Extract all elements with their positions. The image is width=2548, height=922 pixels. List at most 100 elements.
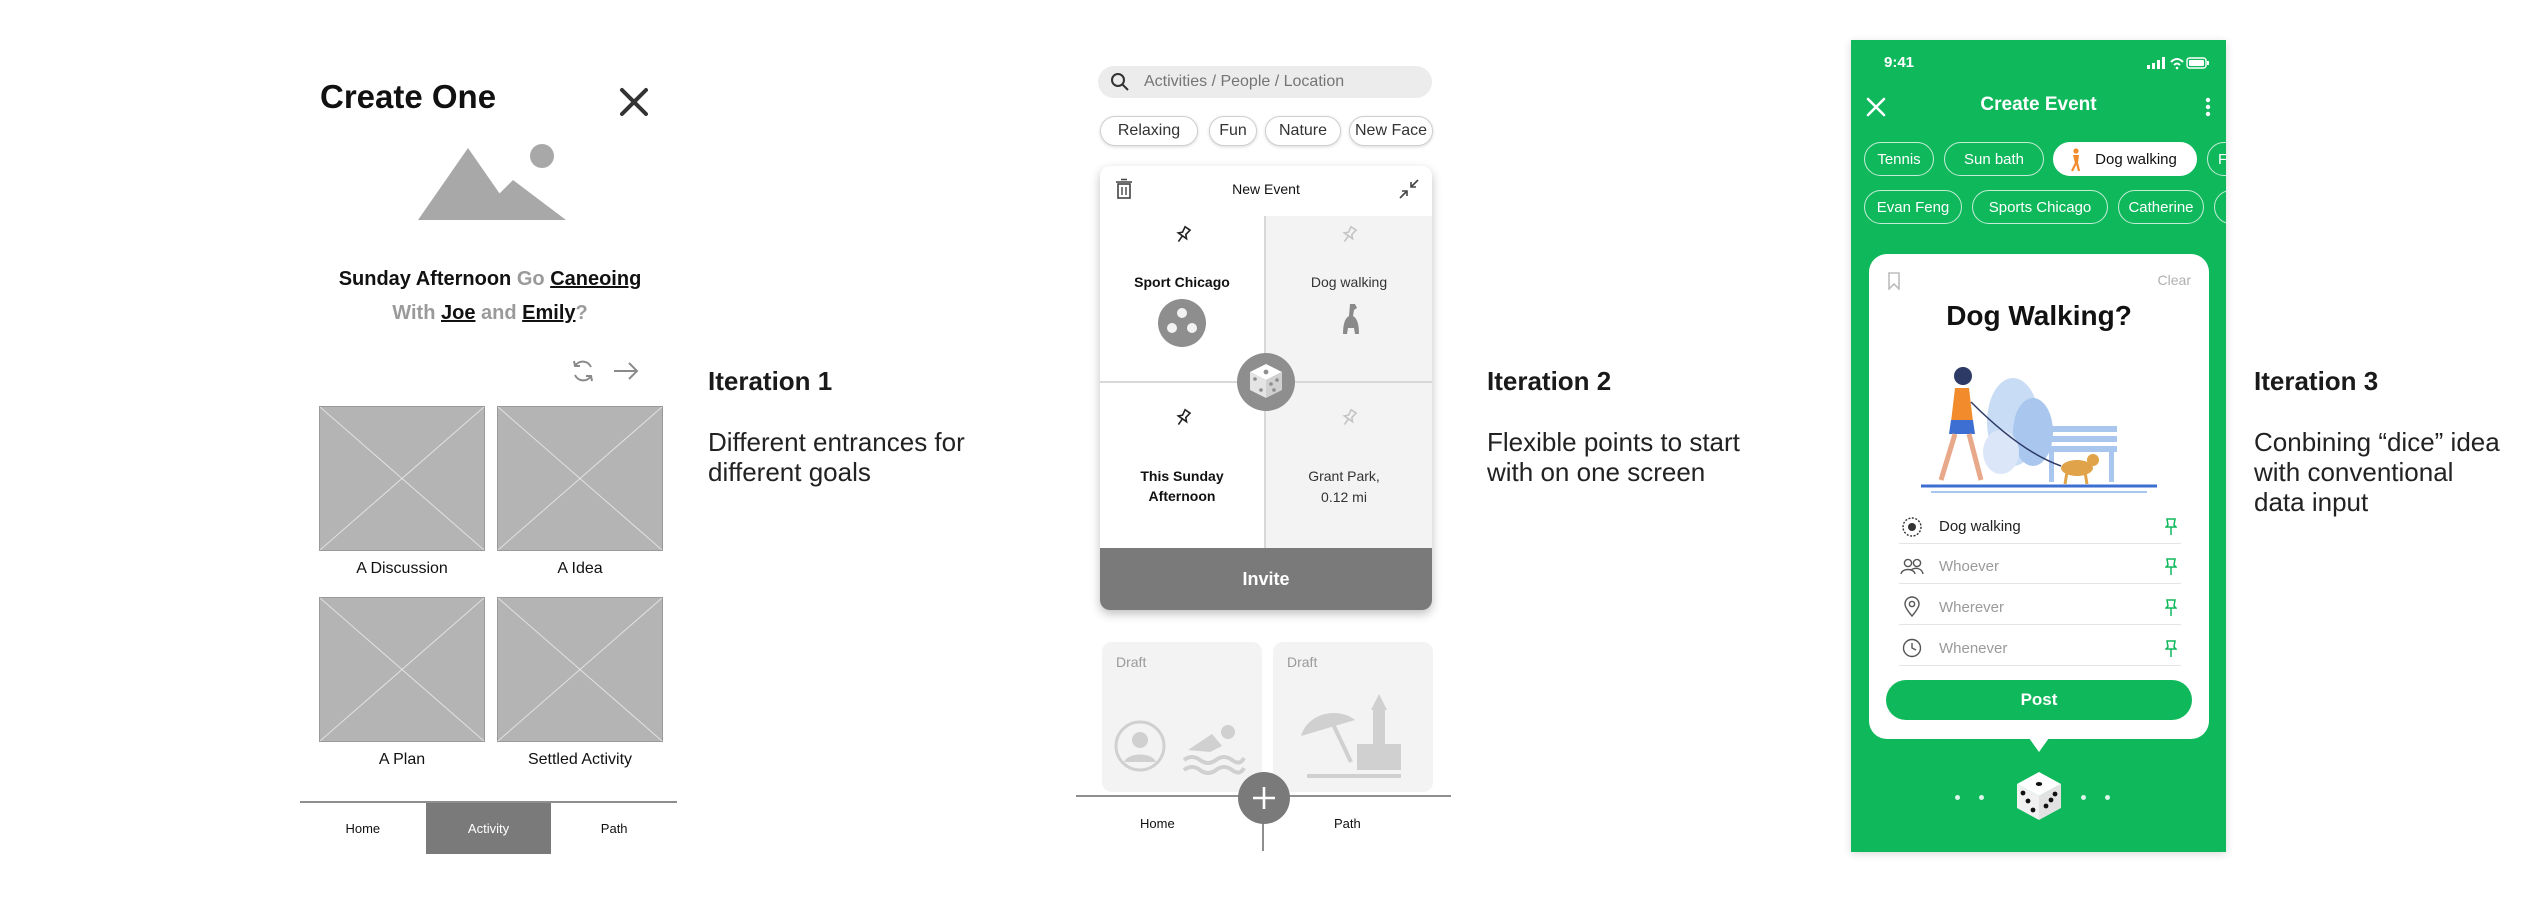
group-icon <box>1158 299 1206 347</box>
nav-path[interactable]: Path <box>551 803 677 854</box>
chip-nature[interactable]: Nature <box>1265 116 1341 146</box>
field-value[interactable]: Wherever <box>1939 599 2004 616</box>
dot-indicator <box>1979 795 1984 800</box>
close-icon[interactable] <box>614 82 654 122</box>
nav-home[interactable]: Home <box>1140 816 1175 831</box>
draft-label: Draft <box>1287 654 1318 670</box>
arrow-right-icon[interactable] <box>612 358 640 384</box>
person-link-emily[interactable]: Emily <box>522 302 575 324</box>
collapse-icon[interactable] <box>1398 178 1420 200</box>
refresh-icon[interactable] <box>570 358 596 384</box>
cell-label-group: Sport Chicago <box>1134 274 1230 290</box>
prompt-line-2: With Joe and Emily? <box>300 302 680 325</box>
field-location[interactable]: Wherever <box>1899 591 2181 625</box>
new-event-card: New Event Sport Chicago Dog walking This… <box>1100 166 1432 610</box>
prompt-line-1: Sunday Afternoon Go Caneoing <box>300 268 680 291</box>
page-title: Create One <box>320 78 497 115</box>
beach-icon <box>1301 694 1401 778</box>
and-text: and <box>481 302 517 324</box>
pin-outline-icon[interactable] <box>1338 224 1360 246</box>
plus-icon <box>1253 787 1275 809</box>
avatar-icon <box>1114 720 1166 772</box>
with-text: With <box>392 302 436 324</box>
event-card: Clear Dog Walking? Dog walking Whoever W… <box>1869 254 2209 739</box>
chip-evan-feng[interactable]: Evan Feng <box>1864 190 1962 224</box>
caption-title-3: Iteration 3 <box>2254 366 2379 396</box>
caption-title-2: Iteration 2 <box>1487 366 1612 396</box>
pin-icon[interactable] <box>2165 599 2177 617</box>
field-people[interactable]: Whoever <box>1899 550 2181 584</box>
nav-activity[interactable]: Activity <box>425 803 552 854</box>
chip-overflow[interactable] <box>2214 190 2226 224</box>
dog-walker-icon <box>2071 148 2081 172</box>
cell-label-dog-walking: Dog walking <box>1310 274 1388 290</box>
pin-icon[interactable] <box>2165 640 2177 658</box>
field-value[interactable]: Whoever <box>1939 558 1999 575</box>
pin-icon[interactable] <box>2165 558 2177 576</box>
draft-card-2[interactable]: Draft <box>1273 642 1433 792</box>
caption-body-3-line2: with conventional <box>2254 457 2454 487</box>
tile-discussion[interactable] <box>319 406 485 551</box>
draft-label: Draft <box>1116 654 1147 670</box>
dot-indicator <box>2105 795 2110 800</box>
tile-label: Settled Activity <box>527 751 633 768</box>
nav-path[interactable]: Path <box>1334 816 1361 831</box>
question-mark: ? <box>575 302 588 324</box>
tile-label: A Plan <box>378 751 426 768</box>
iteration3-phone: 9:41 Create Event Tennis Sun bath Dog wa… <box>1851 40 2226 852</box>
chip-catherine[interactable]: Catherine <box>2118 190 2204 224</box>
field-value[interactable]: Dog walking <box>1939 518 2021 535</box>
caption-body-1: Different entrances for different goals <box>708 427 965 487</box>
pin-icon[interactable] <box>2165 518 2177 536</box>
invite-button[interactable]: Invite <box>1100 548 1432 610</box>
swimming-icon <box>1182 725 1246 775</box>
tile-label: A Idea <box>557 560 603 577</box>
person-link-joe[interactable]: Joe <box>441 302 475 324</box>
pin-icon[interactable] <box>1172 407 1194 429</box>
dot-indicator <box>1955 795 1960 800</box>
chip-tennis[interactable]: Tennis <box>1864 142 1934 176</box>
search-bar[interactable] <box>1098 66 1432 98</box>
bookmark-icon[interactable] <box>1887 272 1901 290</box>
chip-dog-walking[interactable]: Dog walking <box>2053 142 2197 176</box>
field-activity[interactable]: Dog walking <box>1899 510 2181 544</box>
dog-icon <box>1343 304 1359 334</box>
tile-idea[interactable] <box>497 406 663 551</box>
add-button[interactable] <box>1238 772 1290 824</box>
card-title: New Event <box>1232 181 1300 197</box>
tile-settled-activity[interactable] <box>497 597 663 742</box>
pin-outline-icon[interactable] <box>1338 407 1360 429</box>
post-button[interactable]: Post <box>1886 680 2192 720</box>
card-pointer <box>2029 738 2049 752</box>
chip-sun-bath[interactable]: Sun bath <box>1944 142 2044 176</box>
tile-label: A Discussion <box>356 560 448 577</box>
search-input[interactable] <box>1144 73 1404 91</box>
dice-icon[interactable] <box>1236 352 1296 412</box>
draft-card-1[interactable]: Draft <box>1102 642 1262 792</box>
chip-relaxing[interactable]: Relaxing <box>1100 116 1198 146</box>
status-icons <box>2147 57 2209 70</box>
clear-button[interactable]: Clear <box>2158 272 2191 288</box>
caption-body-3-line3: data input <box>2254 487 2369 517</box>
pin-icon[interactable] <box>1172 224 1194 246</box>
nav-home[interactable]: Home <box>300 803 426 854</box>
chip-sports-chicago[interactable]: Sports Chicago <box>1972 190 2108 224</box>
activity-link[interactable]: Caneoing <box>550 268 641 290</box>
caption-body-3-line1: Conbining “dice” idea <box>2254 427 2500 457</box>
field-value[interactable]: Whenever <box>1939 640 2007 657</box>
search-icon <box>1111 73 1129 91</box>
chip-new-face[interactable]: New Face <box>1349 116 1433 146</box>
location-icon <box>1904 596 1920 618</box>
dice-icon[interactable] <box>2011 768 2067 824</box>
field-time[interactable]: Whenever <box>1899 632 2181 666</box>
chip-fun[interactable]: Fun <box>1209 116 1257 146</box>
cell-label-time: This Sunday Afternoon <box>1140 468 1224 504</box>
activity-icon <box>1902 517 1922 537</box>
when-text[interactable]: Sunday Afternoon <box>339 268 512 290</box>
chip-overflow[interactable]: F <box>2207 142 2226 176</box>
go-text: Go <box>516 268 545 290</box>
bottom-nav: Home Activity Path <box>300 801 677 854</box>
cell-label-location: Grant Park, <box>1308 468 1380 484</box>
tile-plan[interactable] <box>319 597 485 742</box>
more-vertical-icon[interactable] <box>2204 96 2212 118</box>
